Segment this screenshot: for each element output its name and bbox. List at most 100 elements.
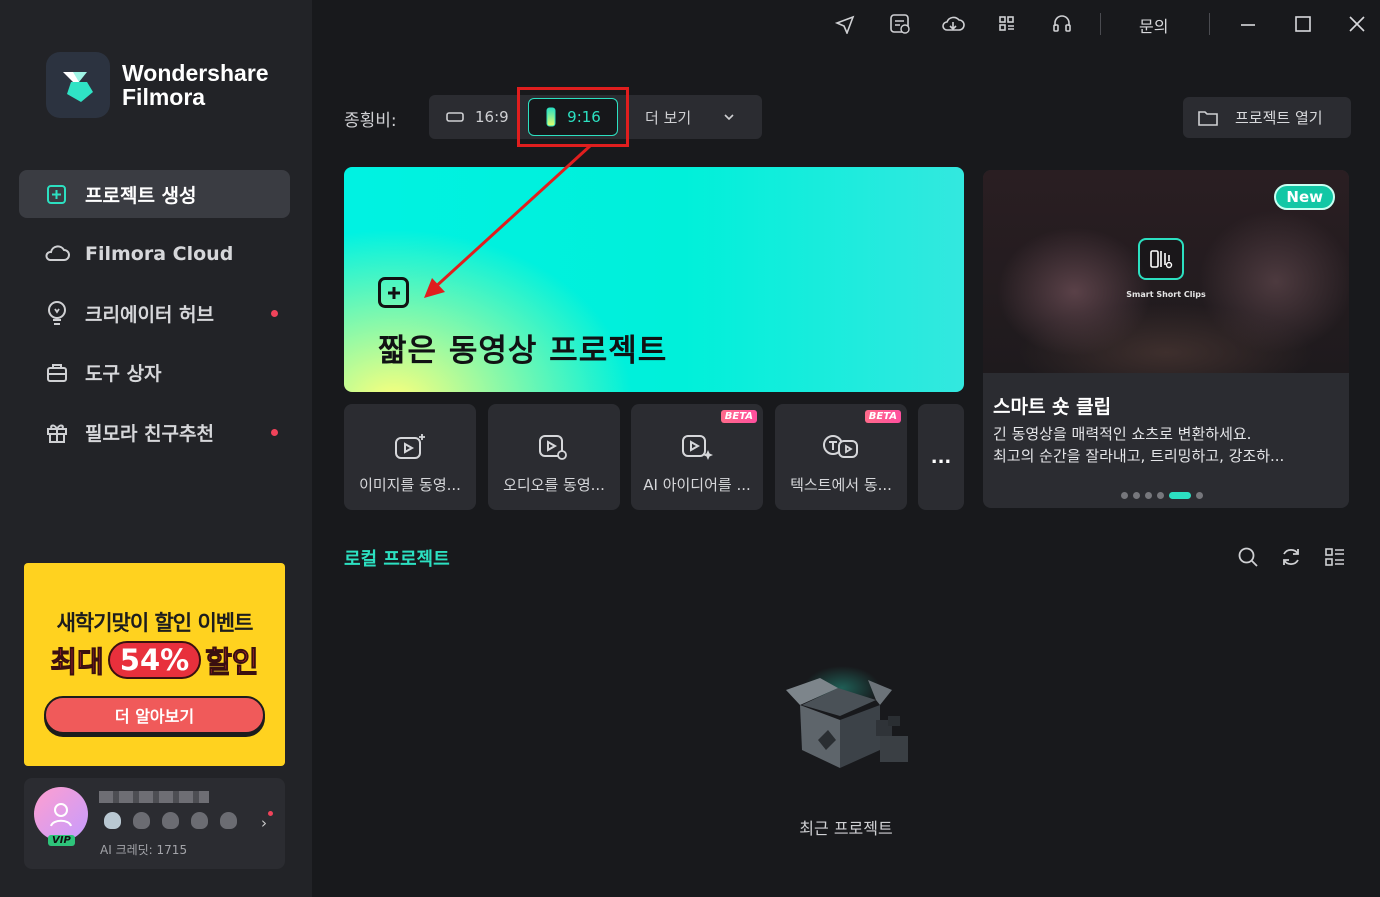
aspect-option-label: 16:9 [475,108,509,126]
vip-badge: VIP [48,835,75,846]
aspect-ratio-label: 종횡비: [344,111,397,131]
beta-badge: BETA [720,410,757,423]
filmora-logo-icon [46,52,110,118]
brand-name-line2: Filmora [122,84,206,110]
user-name-redacted [99,791,209,803]
new-badge: New [1274,184,1335,210]
learn-more-button[interactable]: 더 알아보기 [44,696,265,734]
gift-icon [43,418,71,446]
sidebar-item-label: 필모라 친구추천 [85,422,214,445]
carousel-dot[interactable] [1133,492,1140,499]
achievement-badges [104,812,237,829]
minimize-icon[interactable] [1236,12,1260,36]
promo-banner[interactable]: 새학기맞이 할인 이벤트 최대 54% 할인 더 알아보기 [24,563,285,766]
tool-ai-idea-to-video[interactable]: BETA AI 아이디어를 ... [631,404,763,510]
sidebar-item-toolbox[interactable]: 도구 상자 [19,348,290,396]
carousel-indicator [1121,492,1203,499]
feature-description-line: 긴 동영상을 매력적인 쇼츠로 변환하세요. [993,425,1252,443]
toolbox-icon [43,358,71,386]
promo-headline: 새학기맞이 할인 이벤트 [56,611,254,635]
search-icon[interactable] [1237,546,1259,568]
tool-label: 텍스트에서 동... [790,476,892,494]
title-bar: 문의 [312,0,1380,48]
carousel-dot[interactable] [1121,492,1128,499]
notification-dot [271,429,278,436]
chevron-right-icon[interactable]: › [261,814,267,832]
badge-icon [133,812,150,829]
carousel-dot[interactable] [1145,492,1152,499]
aspect-option-16-9[interactable]: 16:9 [445,95,509,139]
image-to-video-icon [392,432,428,462]
audio-to-video-icon [536,432,572,462]
new-project-icon [43,180,71,208]
sidebar-item-filmora-cloud[interactable]: Filmora Cloud [19,230,290,278]
refresh-icon[interactable] [1280,546,1302,568]
notification-dot [271,310,278,317]
headset-icon[interactable] [1050,12,1074,36]
folder-icon [1198,110,1218,126]
card-title: 짧은 동영상 프로젝트 [378,333,668,369]
tool-label: 오디오를 동영... [503,476,605,494]
tool-label: 이미지를 동영... [359,476,461,494]
maximize-icon[interactable] [1291,12,1315,36]
badge-icon [162,812,179,829]
avatar[interactable] [34,787,88,841]
feature-description: 긴 동영상을 매력적인 쇼츠로 변환하세요. 최고의 순간을 잘라내고, 트리밍… [993,423,1338,467]
tool-text-to-video[interactable]: BETA 텍스트에서 동... [775,404,907,510]
contact-link[interactable]: 문의 [1139,13,1168,37]
sidebar-item-create-project[interactable]: 프로젝트 생성 [19,170,290,218]
promo-discount-prefix: 최대 [50,645,104,680]
overlay-caption: Smart Short Clips [1126,290,1206,299]
more-tools-button[interactable]: ... [918,404,964,510]
more-aspect-label: 더 보기 [645,108,692,127]
more-aspect-dropdown[interactable]: 더 보기 [645,95,753,139]
empty-box-icon [780,650,914,780]
carousel-dot-active[interactable] [1169,492,1191,499]
bulb-icon [43,299,71,327]
empty-state-label: 최근 프로젝트 [799,819,893,838]
list-view-icon[interactable] [1324,546,1346,568]
cloud-download-icon[interactable] [941,12,965,36]
smart-short-clips-icon [1138,238,1184,280]
cloud-icon [43,240,71,268]
feature-description-line: 최고의 순간을 잘라내고, 트리밍하고, 강조하... [993,447,1285,465]
grid-apps-icon[interactable] [995,12,1019,36]
ai-credits: AI 크레딧: 1715 [100,843,188,857]
chevron-down-icon [724,114,734,121]
smart-short-clips-card[interactable]: New Smart Short Clips 스마트 숏 클립 긴 동영상을 매력… [983,170,1349,508]
carousel-dot[interactable] [1196,492,1203,499]
sidebar: Wondershare Filmora 프로젝트 생성 Filmora Clou… [0,0,312,897]
divider [1209,13,1210,35]
feature-title: 스마트 숏 클립 [993,396,1112,418]
badge-icon [191,812,208,829]
app-logo: Wondershare Filmora [46,52,269,118]
beta-badge: BETA [864,410,901,423]
tool-audio-to-video[interactable]: 오디오를 동영... [488,404,620,510]
sidebar-item-referral[interactable]: 필모라 친구추천 [19,408,290,456]
tool-label: AI 아이디어를 ... [643,476,751,494]
close-icon[interactable] [1345,12,1369,36]
landscape-icon [446,112,464,122]
open-project-label: 프로젝트 열기 [1235,109,1323,127]
sidebar-item-label: 크리에이터 허브 [85,303,214,326]
notification-dot [268,811,273,816]
badge-icon [220,812,237,829]
ai-idea-video-icon [679,432,715,462]
brand-name-line1: Wondershare [122,60,269,86]
highlight-box [517,87,629,147]
sidebar-item-label: Filmora Cloud [85,243,234,265]
send-icon[interactable] [833,12,857,36]
user-account-card[interactable]: VIP › AI 크레딧: 1715 [24,778,285,869]
open-project-button[interactable]: 프로젝트 열기 [1183,97,1351,138]
promo-discount-percent: 54% [107,641,202,679]
sidebar-item-creator-hub[interactable]: 크리에이터 허브 [19,289,290,337]
promo-discount-suffix: 할인 [205,645,259,680]
badge-icon [104,812,121,829]
sidebar-item-label: 프로젝트 생성 [85,184,197,207]
divider [1100,13,1101,35]
short-video-project-card[interactable]: 짧은 동영상 프로젝트 [344,167,964,392]
carousel-dot[interactable] [1157,492,1164,499]
plus-icon [378,277,409,308]
tool-image-to-video[interactable]: 이미지를 동영... [344,404,476,510]
task-list-icon[interactable] [888,12,912,36]
